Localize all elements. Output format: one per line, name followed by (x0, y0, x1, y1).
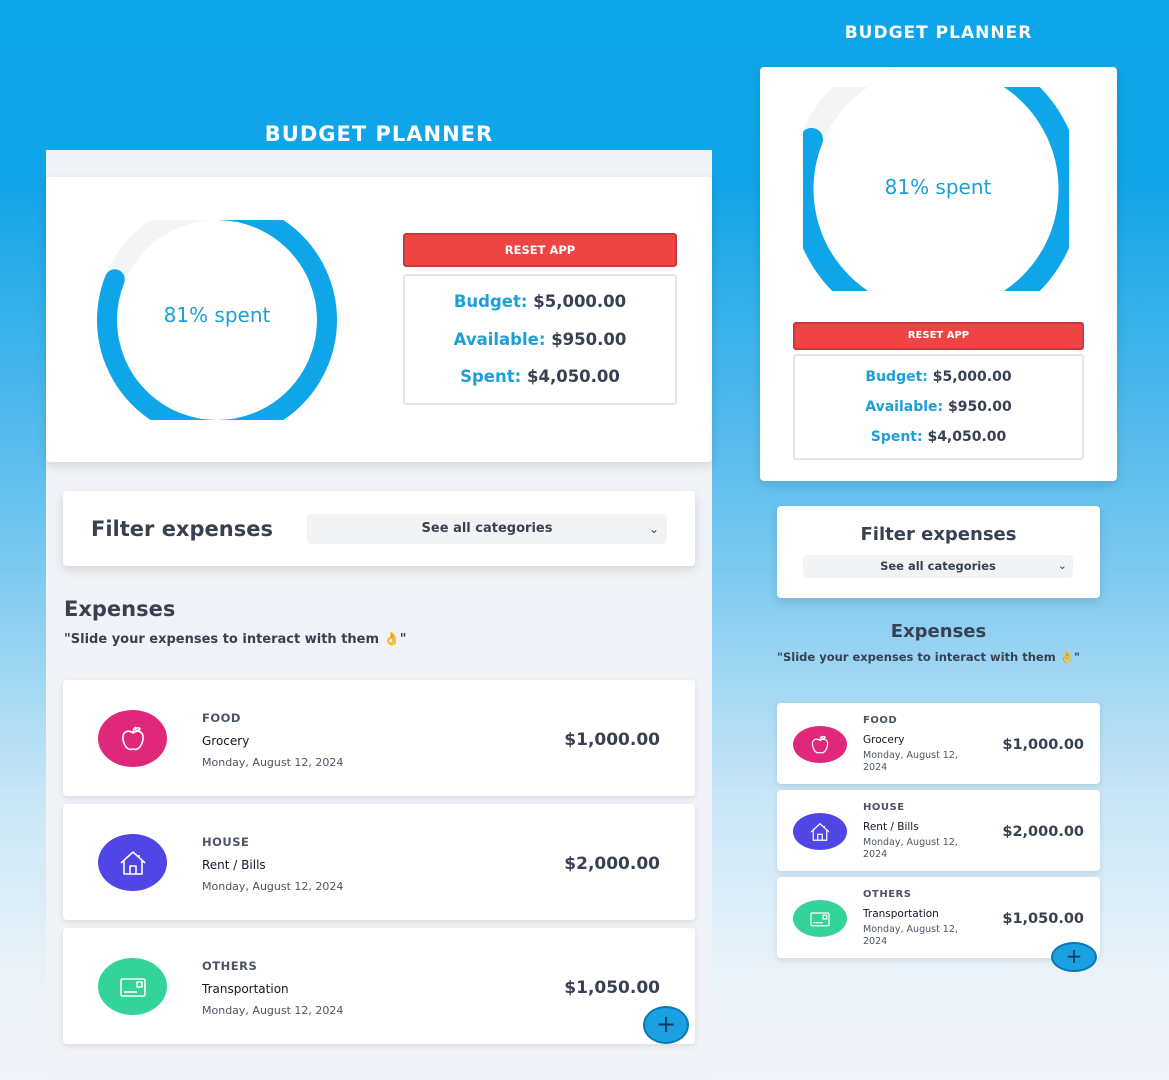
expense-amount: $1,050.00 (564, 978, 660, 998)
chevron-down-icon: ⌄ (1057, 559, 1067, 572)
expense-category: OTHERS (863, 889, 912, 900)
spent-label: Spent: (460, 367, 522, 386)
spent-value: $4,050.00 (526, 367, 620, 386)
expense-name: Transportation (202, 982, 289, 996)
reset-app-button[interactable]: RESET APP (793, 322, 1084, 350)
ring-label: 81% spent (884, 175, 992, 199)
category-icon-badge (793, 900, 847, 937)
available-label: Available: (453, 330, 546, 349)
expense-name: Rent / Bills (863, 821, 919, 833)
expense-category: FOOD (863, 715, 898, 726)
available-value: $950.00 (947, 399, 1012, 415)
expense-amount: $1,000.00 (564, 730, 660, 750)
category-icon-badge (98, 834, 167, 891)
available-row: Available: $950.00 (795, 399, 1082, 415)
expense-amount: $1,000.00 (1002, 737, 1084, 753)
totals-box: Budget: $5,000.00 Available: $950.00 Spe… (403, 274, 677, 405)
budget-row: Budget: $5,000.00 (405, 292, 675, 311)
budget-row: Budget: $5,000.00 (795, 369, 1082, 385)
expense-amount: $1,050.00 (1002, 911, 1084, 927)
add-expense-button[interactable]: + (643, 1006, 689, 1044)
expense-item[interactable]: OTHERS Transportation Monday, August 12, 2… (777, 877, 1100, 958)
spent-row: Spent: $4,050.00 (795, 429, 1082, 445)
expenses-title: Expenses (890, 621, 987, 642)
ring-label: 81% spent (163, 303, 271, 327)
filter-card: Filter expenses See all categories ⌄ (777, 506, 1100, 598)
category-icon-badge (98, 710, 167, 767)
expense-item[interactable]: HOUSE Rent / Bills Monday, August 12, 2024… (777, 790, 1100, 871)
expenses-hint: "Slide your expenses to interact with th… (64, 632, 407, 647)
spent-label: Spent: (870, 429, 923, 445)
category-select-value: See all categories (880, 559, 996, 573)
app-title: BUDGET PLANNER (264, 122, 494, 146)
expense-amount: $2,000.00 (1002, 824, 1084, 840)
card-icon (808, 907, 832, 931)
expense-name: Transportation (863, 908, 939, 920)
filter-title: Filter expenses (860, 524, 1017, 545)
budget-value: $5,000.00 (533, 292, 627, 311)
budget-value: $5,000.00 (932, 369, 1012, 385)
expense-item[interactable]: OTHERS Transportation Monday, August 12, 2… (63, 928, 695, 1044)
expense-date: Monday, August 12, 2024 (202, 756, 344, 769)
category-icon-badge (98, 958, 167, 1015)
expense-date: Monday, August 12, 2024 (863, 924, 958, 947)
expenses-hint: "Slide your expenses to interact with th… (777, 650, 1080, 664)
chevron-down-icon: ⌄ (648, 522, 659, 536)
expense-item[interactable]: FOOD Grocery Monday, August 12, 2024 $1,000… (63, 680, 695, 796)
category-icon-badge (793, 726, 847, 763)
budget-app-desktop: BUDGET PLANNER 81% spent RESET APP Budge… (46, 0, 712, 1080)
expense-date: Monday, August 12, 2024 (202, 1004, 344, 1017)
expense-date: Monday, August 12, 2024 (863, 837, 958, 860)
expense-amount: $2,000.00 (564, 854, 660, 874)
expense-category: HOUSE (863, 802, 905, 813)
expense-category: OTHERS (202, 959, 258, 973)
house-icon (808, 820, 832, 844)
category-select-value: See all categories (421, 521, 553, 536)
expense-category: FOOD (202, 711, 241, 725)
filter-card: Filter expenses See all categories ⌄ (63, 491, 695, 566)
house-icon (117, 847, 149, 879)
category-icon-badge (793, 813, 847, 850)
available-row: Available: $950.00 (405, 330, 675, 349)
expense-item[interactable]: HOUSE Rent / Bills Monday, August 12, 2024… (63, 804, 695, 920)
budget-app-mobile: BUDGET PLANNER 81% spent RESET APP Budge… (760, 0, 1117, 1080)
add-expense-button[interactable]: + (1051, 942, 1097, 972)
available-value: $950.00 (551, 330, 627, 349)
totals-box: Budget: $5,000.00 Available: $950.00 Spe… (793, 354, 1084, 460)
apple-icon (808, 733, 832, 757)
category-select[interactable]: See all categories ⌄ (307, 514, 667, 544)
available-label: Available: (865, 399, 944, 415)
expenses-title: Expenses (64, 597, 176, 621)
budget-label: Budget: (453, 292, 528, 311)
expense-item[interactable]: FOOD Grocery Monday, August 12, 2024 $1,000… (777, 703, 1100, 784)
app-title: BUDGET PLANNER (844, 23, 1033, 43)
expense-name: Rent / Bills (202, 858, 266, 872)
filter-title: Filter expenses (91, 517, 273, 541)
budget-label: Budget: (865, 369, 928, 385)
summary-card: 81% spent RESET APP Budget: $5,000.00 Av… (46, 177, 712, 462)
expense-name: Grocery (202, 734, 250, 748)
card-icon (117, 971, 149, 1003)
expense-date: Monday, August 12, 2024 (863, 750, 958, 773)
expense-name: Grocery (863, 734, 905, 746)
category-select[interactable]: See all categories ⌄ (803, 555, 1073, 578)
expense-date: Monday, August 12, 2024 (202, 880, 344, 893)
summary-card: 81% spent RESET APP Budget: $5,000.00 Av… (760, 67, 1117, 481)
reset-app-button[interactable]: RESET APP (403, 233, 677, 267)
apple-icon (117, 723, 149, 755)
spent-row: Spent: $4,050.00 (405, 367, 675, 386)
expense-category: HOUSE (202, 835, 250, 849)
spent-value: $4,050.00 (927, 429, 1007, 445)
